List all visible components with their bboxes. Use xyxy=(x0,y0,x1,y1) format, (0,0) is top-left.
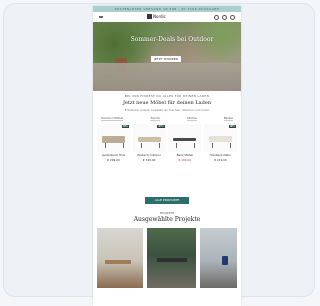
header-icons xyxy=(214,15,235,20)
product-price: € 189,00 xyxy=(178,158,192,163)
section-eyebrow: BEI UNS FINDEST DU ALLES FÜR DEINEN LADE… xyxy=(124,94,210,98)
product-name[interactable]: Esstisch Outdoor xyxy=(133,153,166,157)
projects-title: Ausgewählte Projekte xyxy=(133,216,201,223)
table-legs xyxy=(105,143,124,148)
product-image[interactable] xyxy=(168,124,202,152)
filter-tab[interactable]: Bänke xyxy=(223,116,233,121)
product-card[interactable]: NEU Holzbank Natur € 219,00 xyxy=(203,124,237,184)
hero-shop-button[interactable]: JETZT SHOPPEN xyxy=(151,56,181,62)
bench-shape xyxy=(173,138,197,141)
project-table xyxy=(105,260,131,264)
cta-wrap: ALLE PRODUKTE xyxy=(93,186,241,205)
product-price: € 349,00 xyxy=(142,158,156,163)
product-image[interactable]: NEU xyxy=(203,124,237,152)
hero-title: Sommer-Deals bei Outdoor xyxy=(130,36,214,43)
product-name[interactable]: Holzbank Natur xyxy=(204,153,237,157)
hero-banner: Sommer-Deals bei Outdoor JETZT SHOPPEN xyxy=(93,22,241,91)
filter-tab[interactable]: Tische xyxy=(150,116,160,121)
product-name[interactable]: Bank Metall xyxy=(168,153,201,157)
new-badge: NEU xyxy=(121,125,129,128)
cart-icon[interactable] xyxy=(230,15,235,20)
all-products-button[interactable]: ALLE PRODUKTE xyxy=(145,197,189,204)
menu-icon[interactable] xyxy=(99,16,103,18)
product-card[interactable]: NEU Esstisch Outdoor € 349,00 xyxy=(132,124,166,184)
search-icon[interactable] xyxy=(214,15,219,20)
site-logo[interactable]: Nordic xyxy=(153,14,166,20)
product-card[interactable]: NEU Gartentisch Holz € 299,00 xyxy=(97,124,130,184)
product-name[interactable]: Gartentisch Holz xyxy=(97,153,130,157)
filter-tab[interactable]: Outdoor-Möbel xyxy=(101,116,124,121)
bench-shape xyxy=(208,136,232,142)
projects-eyebrow: PROJEKTE xyxy=(159,211,175,215)
section-headline: Jetzt neue Möbel für deinen Laden xyxy=(122,100,212,106)
account-icon[interactable] xyxy=(222,15,227,20)
project-table xyxy=(157,258,187,262)
category-filters: Outdoor-Möbel Tische Stühle Bänke xyxy=(93,112,241,121)
hero-image-pavement xyxy=(93,63,241,91)
product-card[interactable]: Bank Metall € 189,00 xyxy=(168,124,202,184)
product-grid: NEU Gartentisch Holz € 299,00 NEU Esstis… xyxy=(93,121,241,184)
table-shape xyxy=(137,137,161,142)
new-badge: NEU xyxy=(157,125,165,128)
new-badge: NEU xyxy=(228,125,236,128)
product-price: € 219,00 xyxy=(214,158,227,163)
collection-section: BEI UNS FINDEST DU ALLES FÜR DEINEN LADE… xyxy=(93,91,241,112)
product-image[interactable]: NEU xyxy=(132,124,166,152)
project-chair xyxy=(222,256,228,265)
project-image[interactable] xyxy=(97,228,143,288)
filter-tab[interactable]: Stühle xyxy=(186,116,197,121)
logo-mark-icon xyxy=(147,14,152,19)
bench-legs xyxy=(176,143,196,148)
product-price: € 299,00 xyxy=(107,158,120,163)
bench-legs xyxy=(211,143,231,148)
project-gallery xyxy=(93,228,241,288)
site-header: Nordic xyxy=(93,12,241,22)
project-image[interactable] xyxy=(200,228,237,288)
table-shape xyxy=(102,136,125,143)
webpage-preview: KOSTENLOSER VERSAND AB 50€ · 30 TAGE RÜC… xyxy=(93,6,241,306)
project-image[interactable] xyxy=(147,228,196,288)
product-image[interactable]: NEU xyxy=(97,124,130,152)
table-legs xyxy=(140,143,160,148)
